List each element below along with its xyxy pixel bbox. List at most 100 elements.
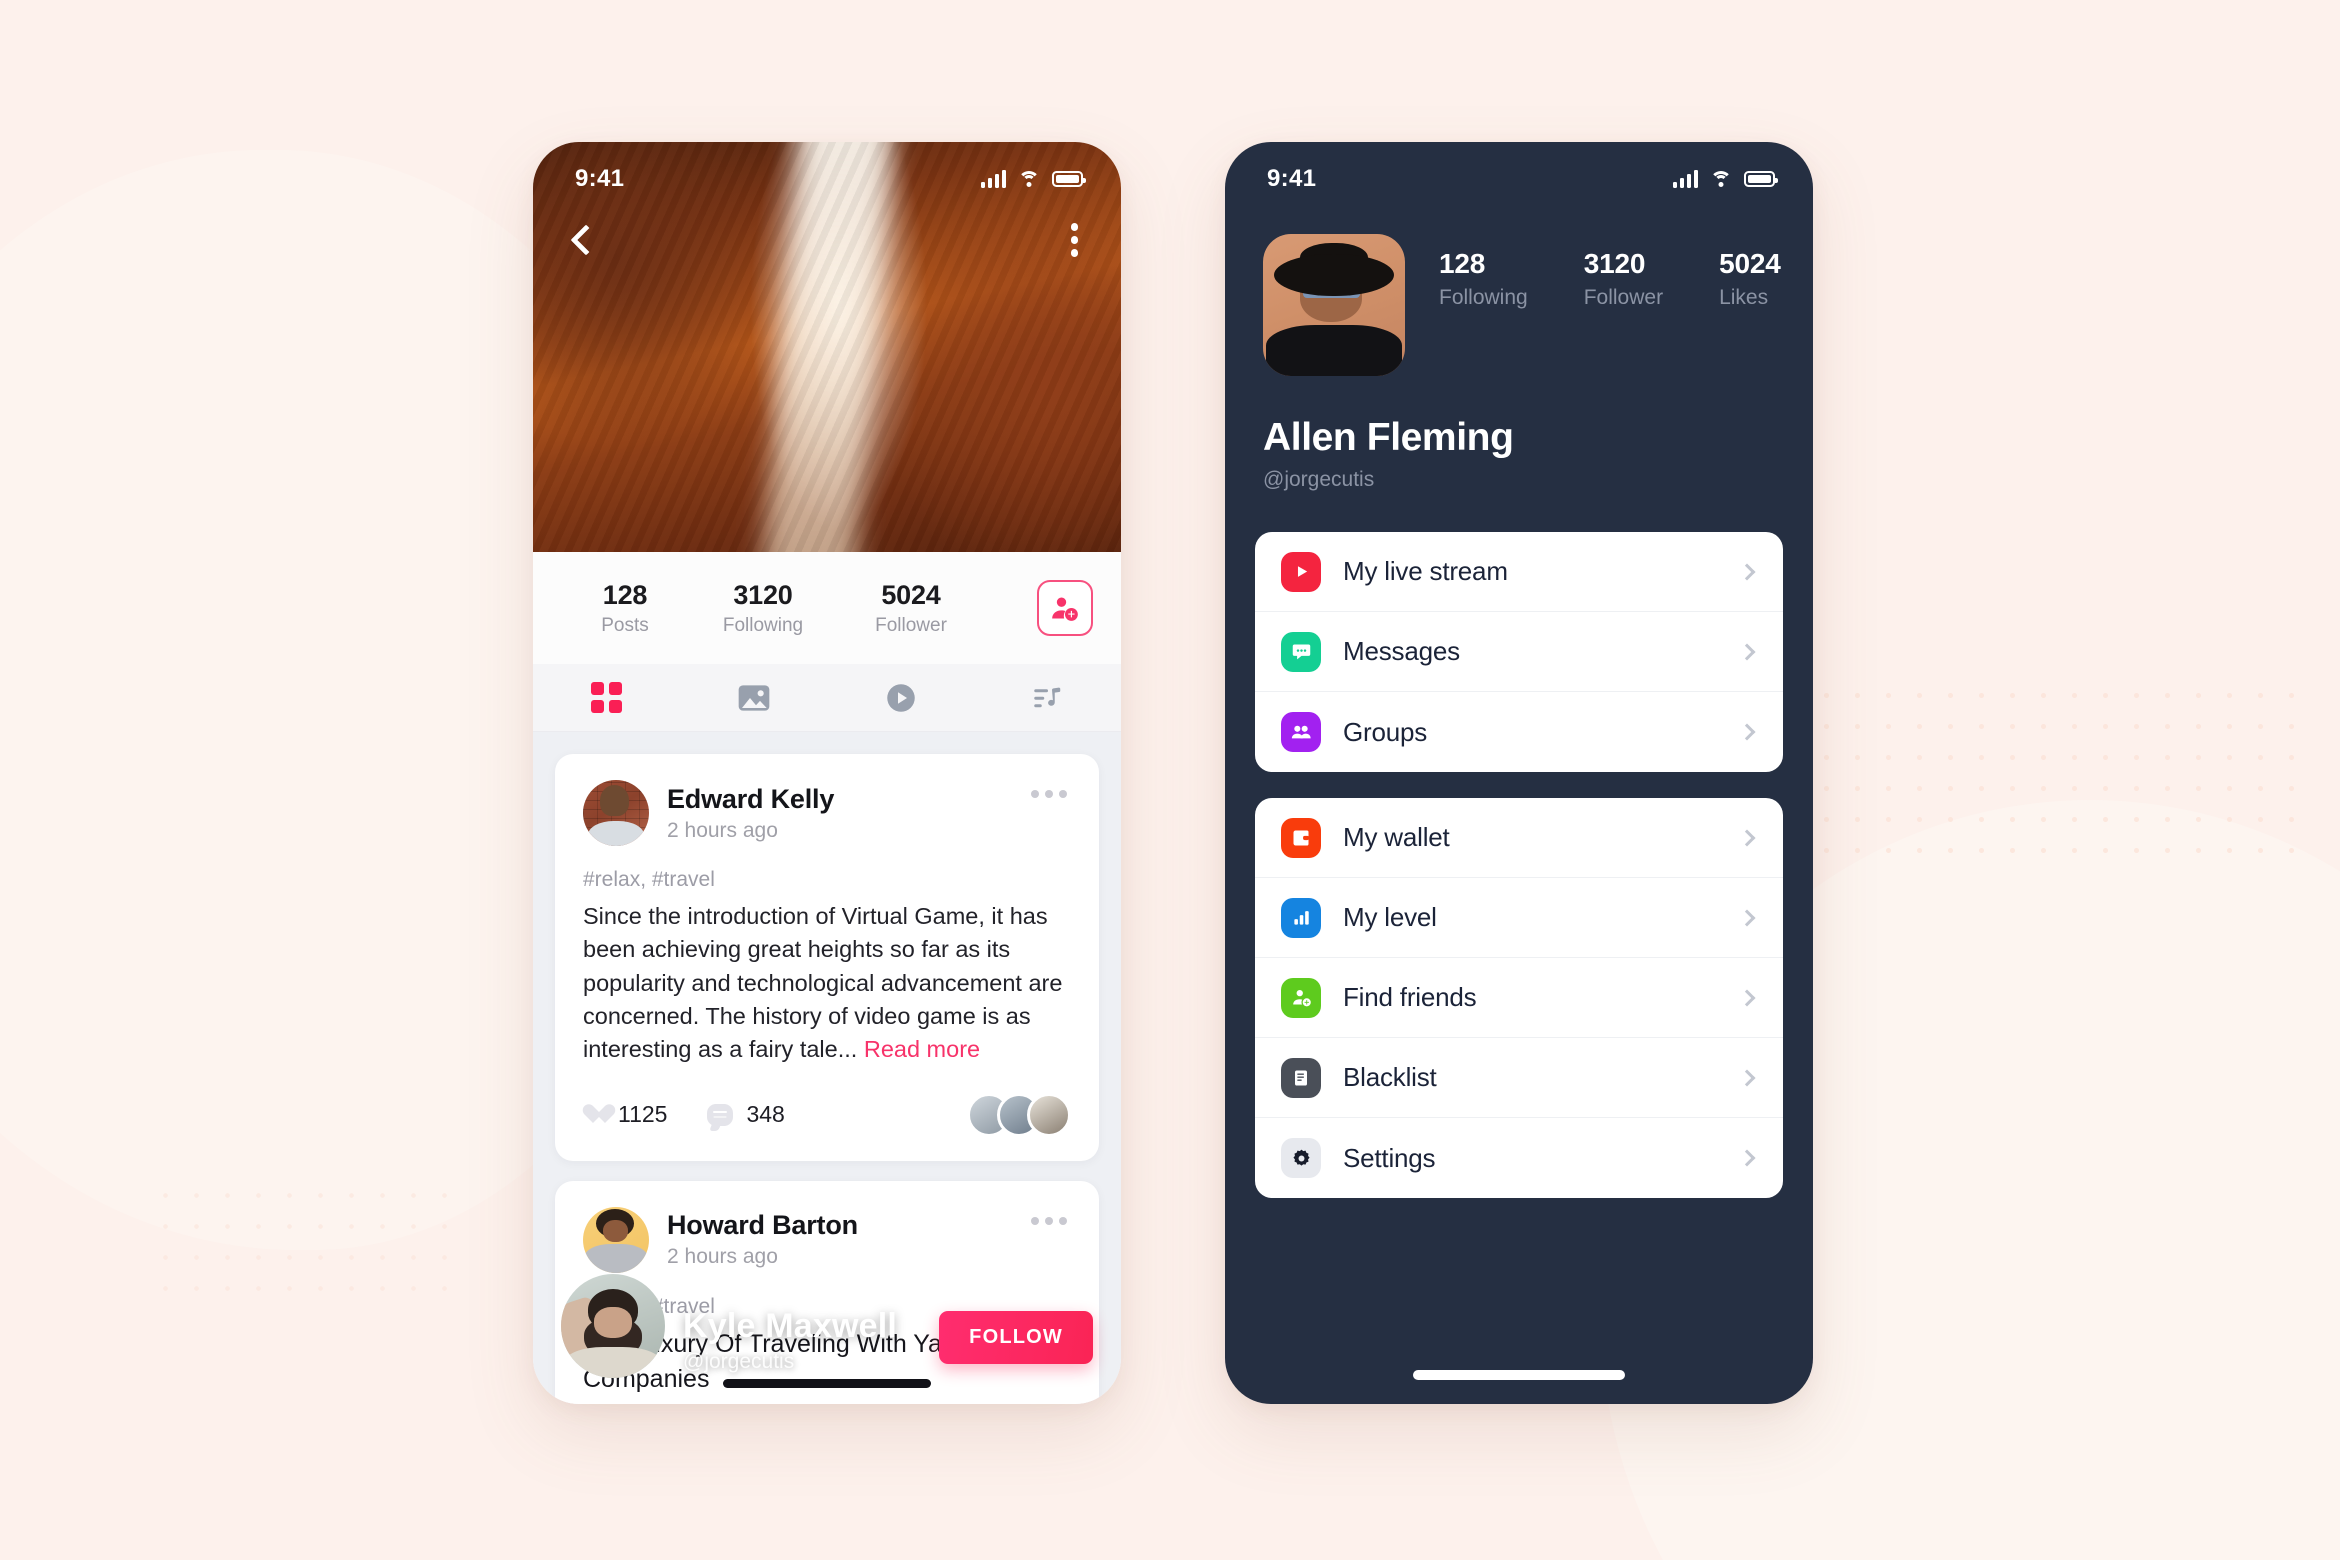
profile-name-block: Kyle Maxwell @jorgecutis <box>683 1307 921 1378</box>
stat-label: Following <box>722 614 804 636</box>
status-bar-left: 9:41 <box>533 142 1121 204</box>
battery-icon <box>1052 171 1086 187</box>
menu-item-groups[interactable]: Groups <box>1255 692 1783 772</box>
stat-label: Posts <box>601 614 649 636</box>
tab-photos[interactable] <box>680 664 827 731</box>
stat-follower[interactable]: 3120 Follower <box>1584 248 1663 310</box>
post-author-avatar[interactable] <box>583 1206 649 1273</box>
post-timestamp: 2 hours ago <box>667 818 778 842</box>
menu-item-settings[interactable]: Settings <box>1255 1118 1783 1198</box>
status-bar-right: 9:41 <box>1225 142 1813 204</box>
post-actions: 1125 348 <box>583 1092 1071 1137</box>
profile-avatar[interactable] <box>1263 234 1405 376</box>
menu-item-messages[interactable]: Messages <box>1255 612 1783 692</box>
stat-value: 128 <box>602 579 648 610</box>
phone-menu-screen: 9:41 128 Following 3120 Follower 5024 Li… <box>1225 142 1813 1404</box>
heart-icon <box>583 1105 605 1125</box>
message-icon <box>1281 631 1321 672</box>
menu-item-my-live-stream[interactable]: My live stream <box>1255 532 1783 612</box>
back-chevron-icon[interactable] <box>570 224 602 256</box>
stat-value: 5024 <box>881 579 941 610</box>
stat-follower[interactable]: 5024 Follower <box>837 580 985 637</box>
bar-chart-icon <box>1281 897 1321 938</box>
menu-item-label: Settings <box>1343 1142 1436 1173</box>
comment-count: 348 <box>746 1101 785 1128</box>
post-author-name: Howard Barton <box>667 1210 858 1241</box>
music-list-icon <box>1033 687 1060 707</box>
post-header: Edward Kelly 2 hours ago <box>583 780 1071 846</box>
stat-label: Follower <box>1583 286 1664 309</box>
menu-stats-row: 128 Following 3120 Follower 5024 Likes <box>1439 234 1781 310</box>
status-icons <box>980 169 1086 188</box>
stat-following[interactable]: 128 Following <box>1439 248 1528 310</box>
tab-videos[interactable] <box>827 664 974 731</box>
menu-item-find-friends[interactable]: Find friends <box>1255 958 1783 1038</box>
post-card: Edward Kelly 2 hours ago #relax, #travel… <box>555 754 1099 1161</box>
status-time: 9:41 <box>575 165 625 192</box>
tab-grid[interactable] <box>533 664 680 731</box>
status-time: 9:41 <box>1267 165 1317 192</box>
profile-avatar[interactable] <box>561 1274 665 1378</box>
chevron-right-icon <box>1738 723 1756 741</box>
menu-item-my-level[interactable]: My level <box>1255 878 1783 958</box>
menu-profile-top: 128 Following 3120 Follower 5024 Likes <box>1263 234 1781 376</box>
background-decoration <box>0 0 2340 1560</box>
play-circle-icon <box>886 683 915 712</box>
profile-tab-bar <box>533 664 1121 732</box>
tab-music[interactable] <box>974 664 1121 731</box>
menu-group-primary: My live stream Messages Groups <box>1255 532 1783 772</box>
add-friend-icon[interactable] <box>1037 580 1093 636</box>
stat-value: 5024 <box>1719 248 1781 279</box>
menu-item-label: My level <box>1343 902 1437 932</box>
grid-icon <box>591 682 622 713</box>
menu-item-blacklist[interactable]: Blacklist <box>1255 1038 1783 1118</box>
groups-icon <box>1281 712 1321 752</box>
more-vertical-icon[interactable] <box>1066 218 1084 262</box>
home-indicator <box>723 1379 931 1388</box>
stat-following[interactable]: 3120 Following <box>689 580 837 637</box>
chevron-right-icon <box>1738 643 1756 660</box>
read-more-link[interactable]: Read more <box>864 1036 980 1062</box>
chevron-right-icon <box>1738 563 1756 580</box>
menu-group-secondary: My wallet My level Find friends Blacklis… <box>1255 798 1783 1198</box>
comment-action[interactable]: 348 <box>707 1101 785 1128</box>
signal-bars-icon <box>1672 169 1698 188</box>
blacklist-icon <box>1281 1057 1321 1098</box>
post-body: Since the introduction of Virtual Game, … <box>583 900 1071 1067</box>
menu-item-label: My wallet <box>1343 822 1450 852</box>
image-icon <box>738 684 769 711</box>
profile-handle: @jorgecutis <box>683 1350 795 1373</box>
battery-icon <box>1744 171 1778 187</box>
liker-avatars[interactable] <box>967 1092 1071 1137</box>
status-icons <box>1672 169 1778 188</box>
menu-item-my-wallet[interactable]: My wallet <box>1255 798 1783 878</box>
menu-item-label: Messages <box>1343 636 1460 666</box>
more-horizontal-icon[interactable] <box>1027 780 1071 808</box>
stat-posts[interactable]: 128 Posts <box>561 580 689 637</box>
profile-handle: @jorgecutis <box>1263 468 1375 491</box>
like-action[interactable]: 1125 <box>583 1101 667 1128</box>
stat-label: Following <box>1439 286 1528 309</box>
stat-likes[interactable]: 5024 Likes <box>1719 248 1781 310</box>
stat-label: Follower <box>875 614 947 636</box>
post-author-avatar[interactable] <box>583 780 649 846</box>
background-dot-pattern <box>1780 680 2300 860</box>
like-count: 1125 <box>618 1101 668 1128</box>
play-icon <box>1281 551 1321 592</box>
liker-avatar <box>1027 1092 1071 1137</box>
more-horizontal-icon[interactable] <box>1027 1207 1071 1235</box>
stat-label: Likes <box>1719 286 1769 309</box>
stat-value: 128 <box>1439 248 1486 279</box>
background-dot-pattern-2 <box>150 1180 450 1300</box>
profile-name: Allen Fleming <box>1263 416 1514 459</box>
gear-icon <box>1281 1138 1321 1178</box>
chevron-right-icon <box>1738 909 1756 926</box>
find-friends-icon <box>1281 977 1321 1018</box>
follow-button[interactable]: FOLLOW <box>939 1311 1093 1364</box>
stat-value: 3120 <box>1583 248 1646 279</box>
cover-navigation <box>533 204 1121 276</box>
post-author-meta: Edward Kelly 2 hours ago <box>667 784 1009 843</box>
post-header: Howard Barton 2 hours ago <box>583 1206 1071 1273</box>
signal-bars-icon <box>980 169 1006 188</box>
menu-profile-header: 128 Following 3120 Follower 5024 Likes A… <box>1225 204 1813 492</box>
